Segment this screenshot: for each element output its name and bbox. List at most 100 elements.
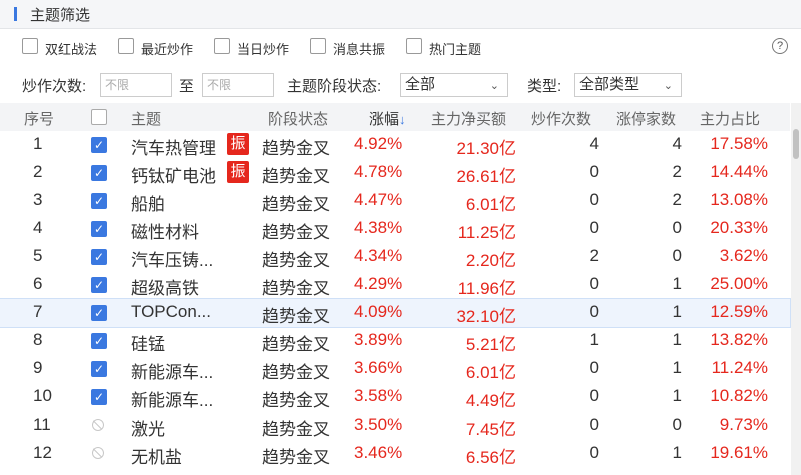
row-limit-up-count: 1: [672, 386, 682, 406]
row-net-buy: 5.21亿: [465, 335, 516, 355]
scrollbar[interactable]: [791, 103, 801, 475]
table-row[interactable]: 12 无机盐 趋势金叉 3.46% 6.56亿 0 1 19.61%: [0, 440, 790, 468]
filter-input-row: 炒作次数: 不限 至 不限 主题阶段状态: 全部 ⌄ 类型: 全部类型 ⌄: [0, 71, 801, 99]
resonance-badge: 振: [227, 161, 249, 184]
table-row[interactable]: ✓ 10 新能源车... 趋势金叉 3.58% 4.49亿 0 1 10.82%: [0, 383, 790, 411]
row-checkbox-checked[interactable]: ✓: [91, 137, 107, 153]
row-change-pct: 4.34%: [354, 246, 403, 266]
type-select[interactable]: 全部类型 ⌄: [574, 73, 682, 97]
row-checkbox-checked[interactable]: ✓: [91, 305, 107, 322]
row-change-pct: 3.58%: [354, 386, 403, 406]
row-index: 11: [33, 414, 51, 434]
table-row[interactable]: ✓ 4 磁性材料 趋势金叉 4.38% 11.25亿 0 0 20.33%: [0, 215, 790, 243]
chevron-down-icon: ⌄: [489, 80, 499, 92]
filter-checkbox-news[interactable]: [310, 38, 326, 54]
row-checkbox-checked[interactable]: ✓: [91, 193, 107, 210]
filter-label-recent: 最近炒作: [141, 42, 194, 57]
filter-label-shuanghong: 双红战法: [45, 42, 98, 57]
col-header-limit-up[interactable]: 涨停家数: [616, 108, 676, 129]
row-change-pct: 4.29%: [354, 274, 403, 294]
row-checkbox-checked[interactable]: ✓: [91, 333, 107, 350]
col-header-index[interactable]: 序号: [24, 108, 54, 129]
row-limit-up-count: 2: [672, 162, 682, 182]
row-main-ratio: 20.33%: [710, 218, 768, 238]
row-main-ratio: 9.73%: [719, 414, 768, 434]
col-header-stage[interactable]: 阶段状态: [268, 108, 328, 129]
hype-count-to-input[interactable]: 不限: [202, 73, 274, 97]
filter-checkbox-recent[interactable]: [118, 38, 134, 54]
filter-checkbox-shuanghong[interactable]: [22, 38, 38, 54]
row-checkbox-checked[interactable]: ✓: [91, 389, 107, 406]
row-hype-count: 2: [589, 246, 599, 266]
row-index: 6: [33, 274, 43, 294]
stage-status-select[interactable]: 全部 ⌄: [400, 73, 508, 97]
row-net-buy: 6.56亿: [465, 447, 516, 467]
row-net-buy: 32.10亿: [456, 307, 516, 327]
filter-checkbox-today[interactable]: [214, 38, 230, 54]
row-hype-count: 0: [589, 162, 599, 182]
table-row[interactable]: ✓ 2 钙钛矿电池 趋势金叉 4.78% 26.61亿 0 2 14.44% 振: [0, 159, 790, 187]
row-index: 2: [33, 162, 43, 182]
row-net-buy: 4.49亿: [465, 391, 516, 411]
filter-checkbox-hot[interactable]: [406, 38, 422, 54]
row-limit-up-count: 1: [672, 358, 682, 378]
table-row[interactable]: ✓ 3 船舶 趋势金叉 4.47% 6.01亿 0 2 13.08%: [0, 187, 790, 215]
row-hype-count: 0: [589, 386, 599, 406]
row-theme-name: 硅锰: [131, 335, 165, 355]
row-hype-count: 0: [589, 302, 599, 322]
row-hype-count: 0: [589, 190, 599, 210]
select-all-checkbox[interactable]: [91, 109, 107, 125]
row-stage-status: 趋势金叉: [262, 139, 330, 158]
table-row[interactable]: ✓ 6 超级高铁 趋势金叉 4.29% 11.96亿 0 1 25.00%: [0, 271, 790, 299]
row-checkbox-checked[interactable]: ✓: [91, 277, 107, 294]
filter-checkbox-row: 双红战法 最近炒作 当日炒作 消息共振 热门主题 ?: [0, 36, 801, 62]
disabled-icon: [92, 418, 104, 431]
scrollbar-thumb[interactable]: [793, 129, 799, 159]
row-change-pct: 3.50%: [354, 414, 403, 434]
table-row[interactable]: 11 激光 趋势金叉 3.50% 7.45亿 0 0 9.73%: [0, 412, 790, 440]
row-limit-up-count: 2: [672, 190, 682, 210]
row-change-pct: 4.09%: [354, 302, 403, 322]
col-header-theme[interactable]: 主题: [131, 108, 161, 129]
row-stage-status: 趋势金叉: [262, 419, 330, 439]
row-main-ratio: 19.61%: [710, 442, 768, 462]
col-header-ratio[interactable]: 主力占比: [700, 108, 760, 129]
stage-status-label: 主题阶段状态:: [287, 78, 382, 95]
table-row[interactable]: ✓ 9 新能源车... 趋势金叉 3.66% 6.01亿 0 1 11.24%: [0, 355, 790, 383]
row-stage-status: 趋势金叉: [262, 391, 330, 411]
row-checkbox-checked[interactable]: ✓: [91, 221, 107, 238]
row-hype-count: 0: [589, 442, 599, 462]
panel-title: 主题筛选: [30, 7, 91, 24]
row-net-buy: 7.45亿: [465, 419, 516, 439]
row-main-ratio: 13.08%: [710, 190, 768, 210]
row-limit-up-count: 1: [672, 330, 682, 350]
table-row[interactable]: ✓ 1 汽车热管理 趋势金叉 4.92% 21.30亿 4 4 17.58% 振: [0, 131, 790, 159]
col-header-net-buy[interactable]: 主力净买额: [431, 108, 506, 129]
row-change-pct: 3.89%: [354, 330, 403, 350]
hype-count-label: 炒作次数:: [22, 78, 87, 95]
table-row[interactable]: ✓ 7 TOPCon... 趋势金叉 4.09% 32.10亿 0 1 12.59%: [0, 298, 791, 329]
hype-count-from-input[interactable]: 不限: [100, 73, 172, 97]
row-limit-up-count: 0: [672, 414, 682, 434]
table-row[interactable]: ✓ 8 硅锰 趋势金叉 3.89% 5.21亿 1 1 13.82%: [0, 327, 790, 355]
col-header-hype[interactable]: 炒作次数: [531, 108, 591, 129]
title-accent-bar: [14, 7, 17, 21]
help-icon[interactable]: ?: [772, 38, 788, 54]
sort-desc-icon: ↓: [399, 112, 406, 127]
row-limit-up-count: 1: [672, 442, 682, 462]
col-header-change[interactable]: 涨幅↓: [369, 108, 406, 129]
row-checkbox-checked[interactable]: ✓: [91, 361, 107, 378]
row-change-pct: 4.47%: [354, 190, 403, 210]
row-theme-name: 无机盐: [131, 447, 182, 467]
table-row[interactable]: ✓ 5 汽车压铸... 趋势金叉 4.34% 2.20亿 2 0 3.62%: [0, 243, 790, 271]
row-stage-status: 趋势金叉: [262, 447, 330, 467]
row-checkbox-checked[interactable]: ✓: [91, 165, 107, 182]
row-theme-name: 磁性材料: [131, 223, 199, 243]
row-theme-name: TOPCon...: [131, 302, 211, 322]
row-main-ratio: 11.24%: [711, 358, 768, 378]
row-theme-name: 超级高铁: [131, 279, 199, 299]
row-net-buy: 6.01亿: [465, 363, 516, 383]
row-net-buy: 21.30亿: [456, 139, 516, 158]
row-theme-name: 新能源车...: [131, 391, 214, 411]
row-checkbox-checked[interactable]: ✓: [91, 249, 107, 266]
